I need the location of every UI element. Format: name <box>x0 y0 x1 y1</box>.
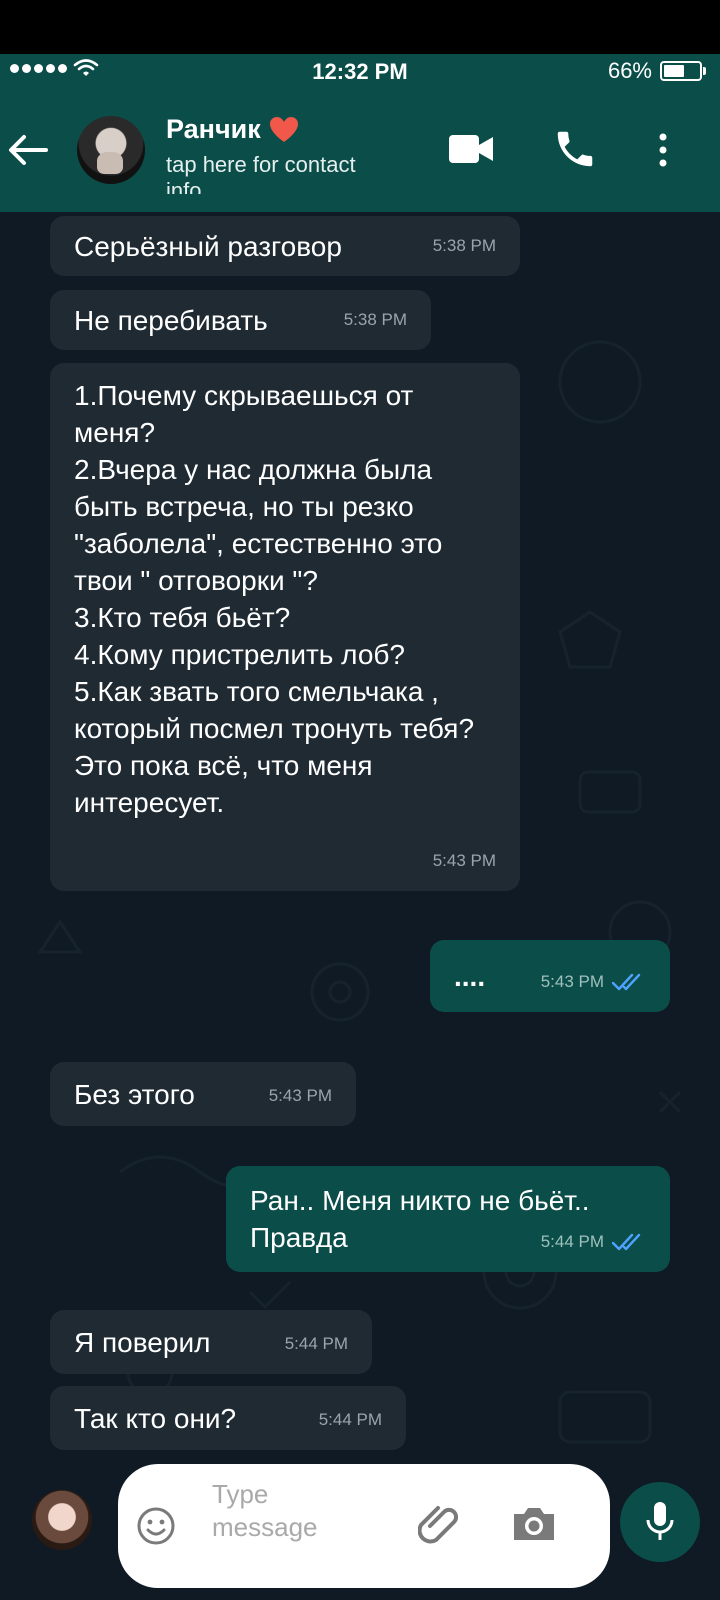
message-time: 5:43 PM <box>540 972 604 991</box>
status-bar: 12:32 PM 66% <box>0 54 720 88</box>
contact-name-text: Ранчик <box>166 114 261 144</box>
message-time: 5:44 PM <box>318 1410 382 1429</box>
message-bubble-incoming[interactable]: Серьёзный разговор 5:38 PM <box>50 216 520 276</box>
message-composer: Type message <box>0 1462 720 1600</box>
attachment-icon[interactable] <box>418 1502 460 1548</box>
my-avatar[interactable] <box>32 1490 92 1550</box>
message-input[interactable]: Type message <box>118 1464 610 1588</box>
contact-name[interactable]: Ранчик <box>166 114 299 145</box>
message-bubble-incoming[interactable]: 1.Почему скрываешься от меня? 2.Вчера у … <box>50 363 520 891</box>
message-time: 5:38 PM <box>343 310 407 329</box>
message-bubble-outgoing[interactable]: .... 5:43 PM <box>430 940 670 1012</box>
heart-emoji-icon <box>269 116 298 142</box>
read-double-check-icon <box>612 1233 641 1250</box>
back-arrow-icon[interactable] <box>6 128 50 172</box>
message-bubble-incoming[interactable]: Я поверил 5:44 PM <box>50 1310 372 1374</box>
message-text: 1.Почему скрываешься от меня? 2.Вчера у … <box>74 380 475 818</box>
contact-subtitle[interactable]: tap here for contact info <box>166 152 396 194</box>
message-time: 5:44 PM <box>540 1232 604 1251</box>
more-options-icon[interactable] <box>656 132 670 168</box>
read-double-check-icon <box>612 973 641 990</box>
voice-record-button[interactable] <box>620 1482 700 1562</box>
message-bubble-outgoing[interactable]: Ран.. Меня никто не бьёт.. Правда 5:44 P… <box>226 1166 670 1272</box>
emoji-icon[interactable] <box>136 1506 176 1546</box>
video-call-icon[interactable] <box>448 132 494 166</box>
message-placeholder: Type message <box>212 1479 318 1542</box>
chat-area[interactable]: Серьёзный разговор 5:38 PM Не перебивать… <box>0 212 720 1462</box>
message-bubble-incoming[interactable]: Так кто они? 5:44 PM <box>50 1386 406 1450</box>
message-bubble-incoming[interactable]: Без этого 5:43 PM <box>50 1062 356 1126</box>
contact-avatar[interactable] <box>77 116 145 184</box>
message-time: 5:44 PM <box>284 1334 348 1353</box>
message-time: 5:43 PM <box>268 1086 332 1105</box>
battery-icon <box>660 61 706 81</box>
camera-icon[interactable] <box>510 1504 558 1544</box>
message-time: 5:43 PM <box>432 851 496 870</box>
battery-percent: 66% <box>607 58 652 83</box>
microphone-icon <box>646 1502 674 1540</box>
phone-call-icon[interactable] <box>552 126 598 172</box>
chat-header: Ранчик tap here for contact info <box>0 88 720 212</box>
top-black-bar <box>0 0 720 54</box>
message-time: 5:38 PM <box>432 236 496 255</box>
message-bubble-incoming[interactable]: Не перебивать 5:38 PM <box>50 290 431 350</box>
